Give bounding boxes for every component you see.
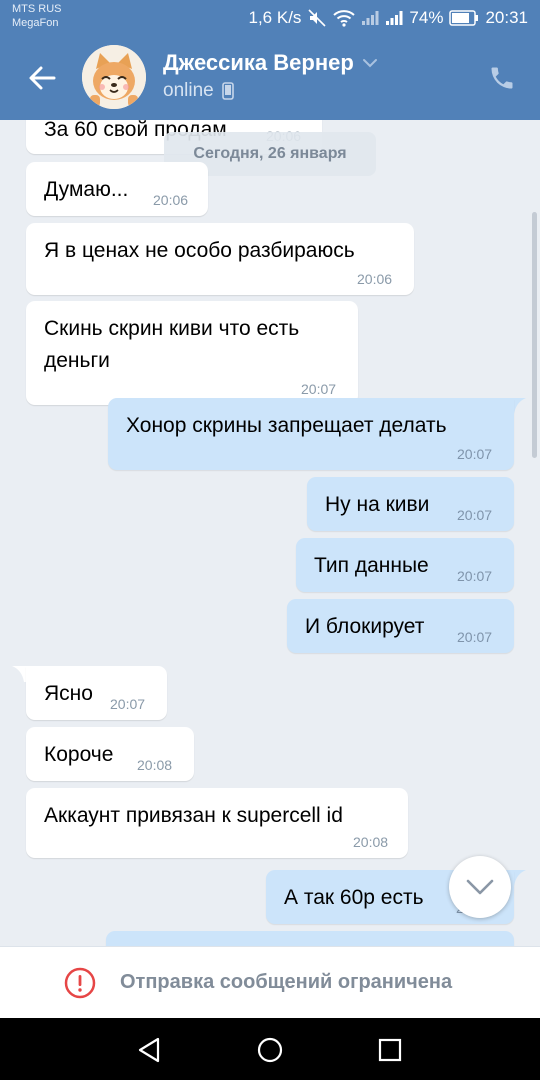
status-indicators: 1,6 K/s 74% 20:31 [249,8,529,28]
alert-icon [64,967,96,999]
message-text: Хонор скрины запрещает делать [126,414,447,437]
message-text: Аккаунт привязан к supercell id [44,804,343,827]
message-text-line-2: деньги [44,349,110,372]
restriction-text: Отправка сообщений ограничена [120,971,453,993]
signal-icon-2 [385,10,403,26]
call-icon [491,67,513,89]
signal-icon-1 [361,10,379,26]
message-time: 20:08 [353,834,389,850]
message-outgoing[interactable]: Тип данные 20:07 [296,538,514,592]
contact-name-row[interactable]: Джессика Вернер [163,50,378,76]
message-time: 20:07 [110,696,146,712]
message-text: Ясно [44,682,93,705]
message-text-line-1: Скинь скрин киви что есть [44,317,300,340]
status-bar: MTS RUS MegaFon 1,6 K/s 74% 20:31 [0,0,540,36]
scrollbar[interactable] [532,212,537,458]
scroll-down-button[interactable] [449,856,511,918]
network-speed: 1,6 K/s [248,8,302,27]
contact-status: online [163,80,214,101]
message-incoming[interactable]: Аккаунт привязан к supercell id 20:08 [26,788,408,858]
back-button[interactable] [22,58,62,98]
message-time: 20:06 [357,271,393,287]
app-bar: Джессика Вернер online [0,36,540,120]
message-time: 20:07 [457,446,493,462]
message-list[interactable]: За 60 свой продам 20:06 Сегодня, 26 янва… [0,120,540,946]
nav-back-icon [138,1037,160,1063]
contact-status-row: online [163,80,234,102]
restriction-banner: Отправка сообщений ограничена [0,946,540,1018]
message-outgoing-partial[interactable] [106,931,514,946]
back-arrow-icon [29,66,56,90]
avatar-dog-icon [82,45,146,109]
nav-recents-button[interactable] [375,1035,405,1065]
mute-icon [307,8,327,28]
app-header: MTS RUS MegaFon 1,6 K/s 74% 20:31 Джесси… [0,0,540,120]
chevron-down-icon [362,59,377,68]
message-text: Я в ценах не особо разбираюсь [44,239,355,262]
message-incoming[interactable]: Скинь скрин киви что есть деньги 20:07 [26,301,358,405]
carrier-secondary: MegaFon [12,17,59,29]
message-outgoing[interactable]: Ну на киви 20:07 [307,477,514,531]
battery-level: 74% [409,8,444,27]
message-incoming[interactable]: Думаю... 20:06 [26,162,208,216]
battery-icon [449,10,479,26]
nav-back-button[interactable] [134,1035,164,1065]
carrier-info: MTS RUS MegaFon [12,2,62,30]
nav-home-icon [257,1037,283,1063]
message-incoming[interactable]: Ясно 20:07 [26,666,167,720]
system-nav-bar [0,1018,540,1080]
wifi-icon [333,9,356,27]
call-button[interactable] [482,58,522,98]
avatar[interactable] [82,45,146,109]
phone-icon [221,82,234,100]
message-incoming[interactable]: Короче 20:08 [26,727,194,781]
message-time: 20:07 [301,381,337,397]
message-incoming[interactable]: Я в ценах не особо разбираюсь 20:06 [26,223,414,295]
message-time: 20:07 [457,507,493,523]
message-time: 20:08 [137,757,173,773]
message-outgoing[interactable]: И блокирует 20:07 [287,599,514,653]
message-time: 20:06 [153,192,189,208]
nav-home-button[interactable] [255,1035,285,1065]
scroll-down-icon [466,879,494,895]
message-time: 20:07 [457,568,493,584]
message-outgoing[interactable]: Хонор скрины запрещает делать 20:07 [108,398,514,470]
contact-name: Джессика Вернер [163,50,354,75]
carrier-primary: MTS RUS [12,3,62,15]
message-time: 20:07 [457,629,493,645]
clock: 20:31 [485,8,528,27]
nav-recents-icon [378,1038,402,1062]
